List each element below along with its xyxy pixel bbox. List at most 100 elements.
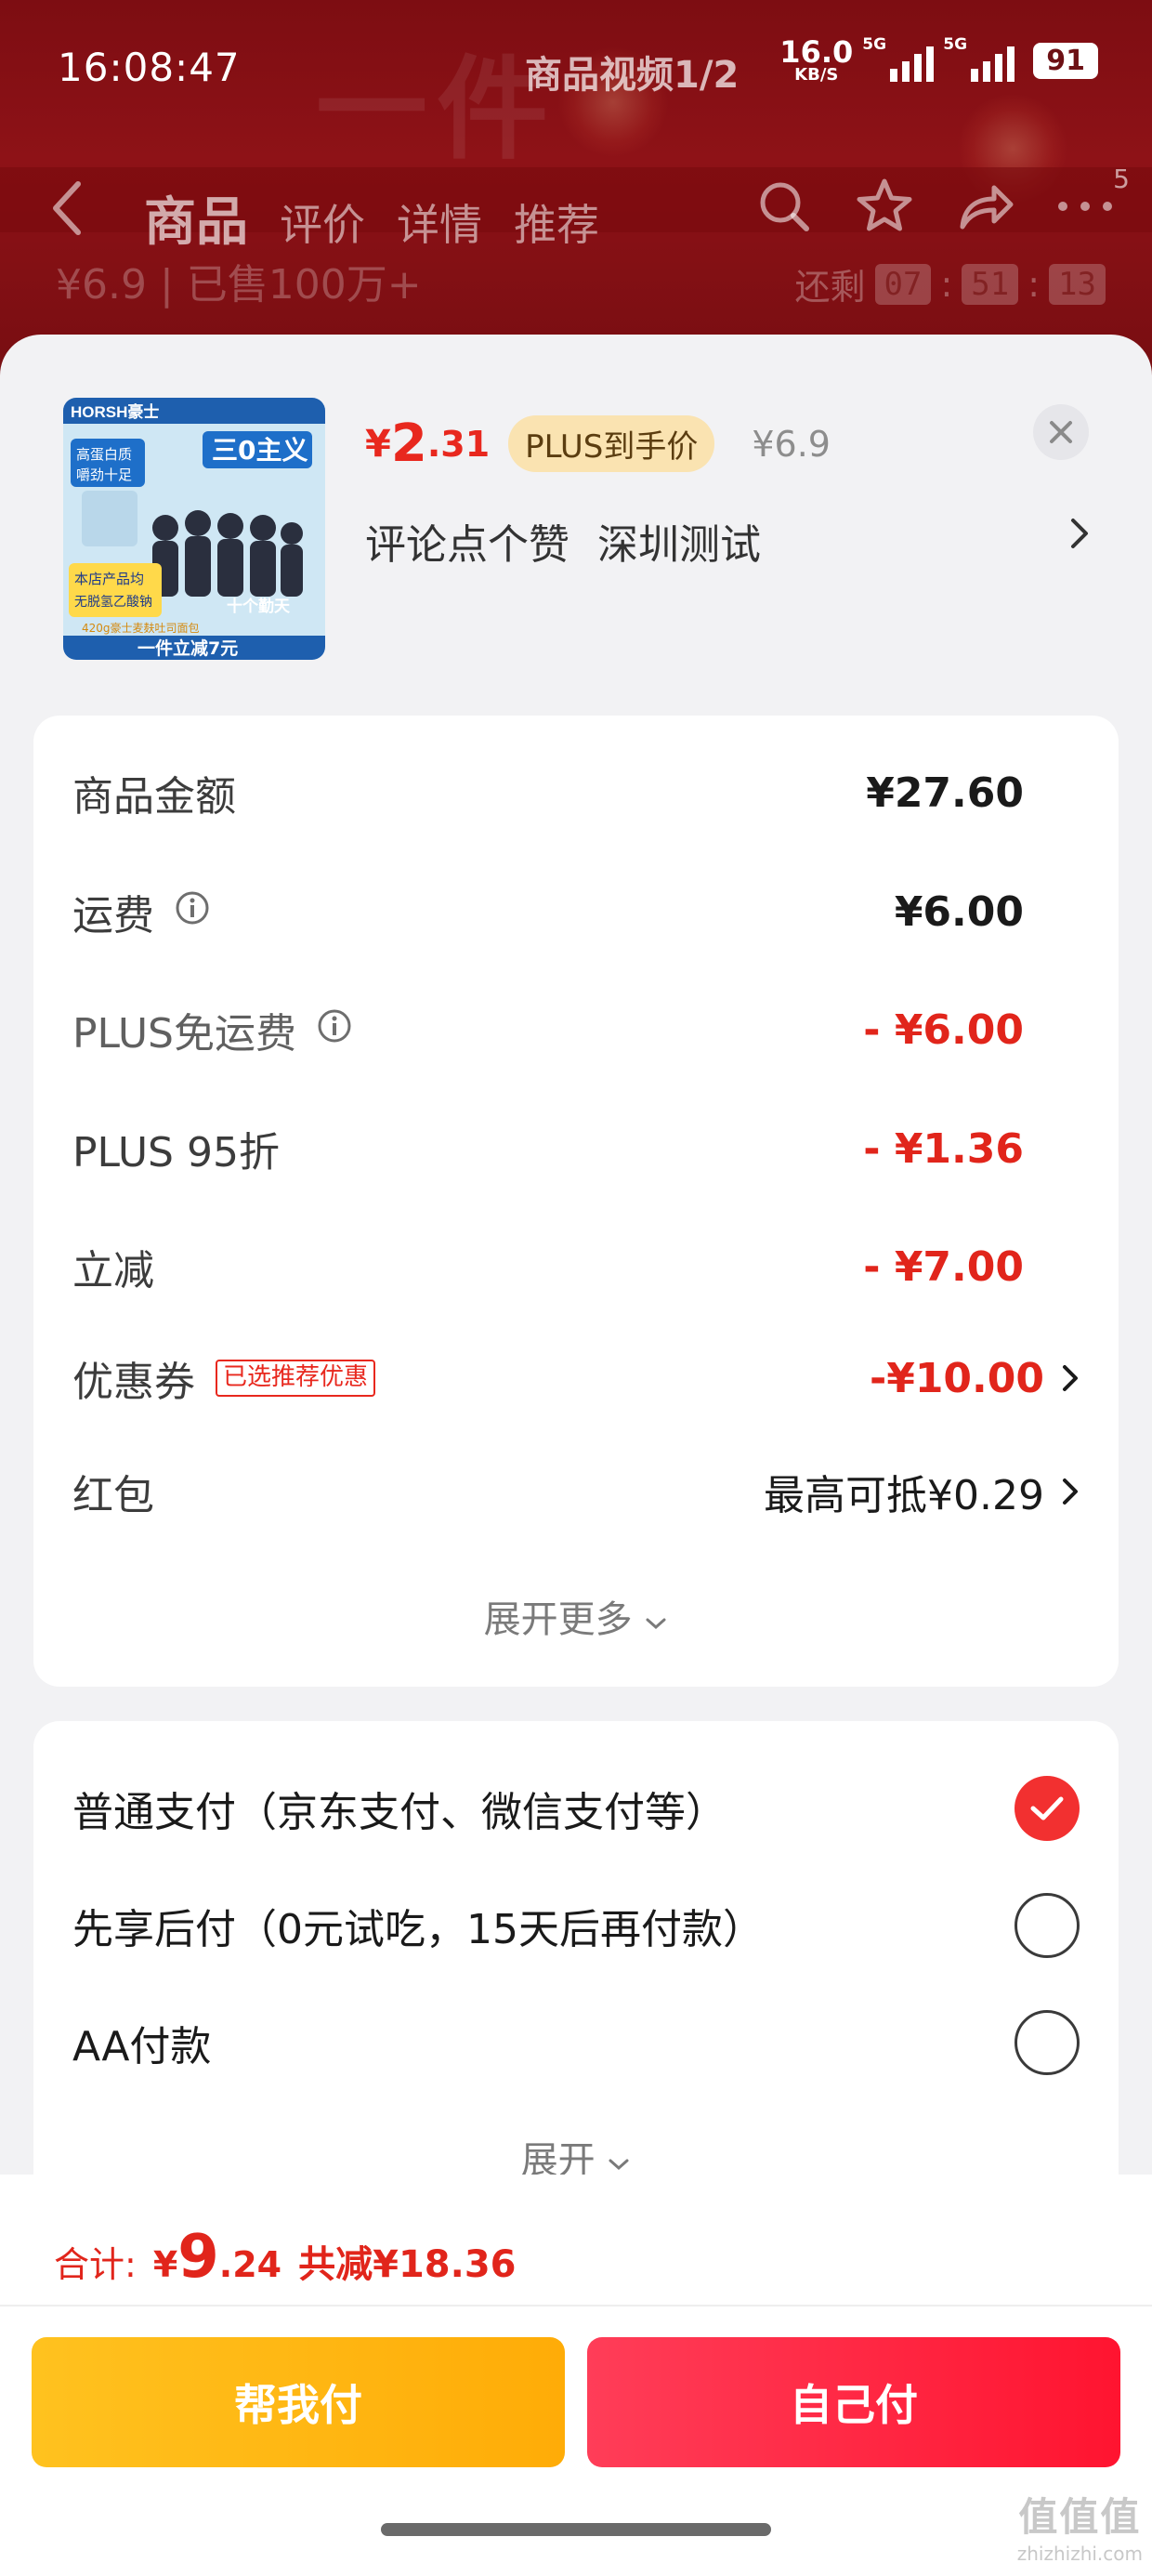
info-icon[interactable] (317, 1006, 352, 1054)
thumb-tag4: 无脱氢乙酸钠 (74, 595, 152, 610)
countdown-hours: 07 (874, 263, 932, 305)
chevron-right-icon (1063, 1365, 1078, 1391)
expand-more-button[interactable]: 展开更多 (33, 1589, 1119, 1643)
thumb-tag2: 嚼劲十足 (76, 467, 132, 483)
tab-reviews[interactable]: 评价 (280, 191, 365, 253)
thumb-slogan: 三0主义 (212, 435, 308, 466)
net-speed: 16.0 KB/S (779, 37, 853, 84)
price-integer: 2 (390, 414, 427, 474)
video-counter: 商品视频1/2 (525, 54, 740, 97)
price-symbol: ¥ (365, 422, 391, 466)
payment-option-label: 先享后付（0元试吃，15天后再付款） (72, 1906, 764, 1953)
checkmark-icon (1030, 1796, 1064, 1820)
payment-option-label: 普通支付（京东支付、微信支付等） (72, 1789, 727, 1836)
help-me-pay-button[interactable]: 帮我付 (32, 2337, 565, 2467)
cost-row-shipping: 运费 ¥6.00 (72, 879, 1080, 944)
total-savings: 共减¥18.36 (298, 2243, 517, 2286)
cost-label: 优惠券 (72, 1359, 195, 1406)
chevron-right-icon (1063, 1479, 1078, 1505)
info-icon[interactable] (175, 888, 210, 936)
net-speed-unit: KB/S (794, 65, 839, 85)
site-watermark: 值值值 zhizhizhi.com (1017, 2486, 1143, 2565)
tab-recommend[interactable]: 推荐 (514, 191, 599, 253)
payment-option-normal[interactable]: 普通支付（京东支付、微信支付等） (72, 1771, 1080, 1846)
total-label: 合计: (54, 2244, 137, 2285)
expand-more-label: 展开更多 (483, 1598, 633, 1641)
cost-label: PLUS免运费 (72, 1010, 296, 1058)
signal-type: 5G (943, 35, 968, 54)
payment-method-card: 普通支付（京东支付、微信支付等） 先享后付（0元试吃，15天后再付款） AA付款… (33, 1721, 1119, 2223)
chevron-down-icon (609, 2159, 629, 2171)
cost-row-red-packet[interactable]: 红包 最高可抵¥0.29 (72, 1459, 1080, 1524)
cost-value: ¥6.00 (894, 887, 1024, 936)
tab-details[interactable]: 详情 (397, 191, 482, 253)
search-icon[interactable] (754, 177, 814, 236)
signal-icon: 5G (862, 35, 935, 82)
pay-myself-button[interactable]: 自己付 (587, 2337, 1120, 2467)
product-thumbnail[interactable]: HORSH豪士 三0主义 高蛋白质 嚼劲十足 本店产品均 无脱氢乙酸钠 十个勤天 (63, 398, 325, 660)
cost-row-instant-discount: 立减 - ¥7.00 (72, 1234, 1080, 1299)
cost-row-plus-free-shipping: PLUS免运费 - ¥6.00 (72, 997, 1080, 1062)
thumb-brand: HORSH豪士 (71, 402, 159, 421)
nav-tabs: 商品 评价 详情 推荐 (144, 180, 599, 256)
cost-label: PLUS 95折 (72, 1129, 280, 1176)
cost-value: 最高可抵¥0.29 (764, 1472, 1044, 1519)
background-sales-text: ¥6.9 | 已售100万+ (56, 261, 422, 309)
nav-actions: 5 (754, 164, 1130, 236)
checkout-sheet: HORSH豪士 三0主义 高蛋白质 嚼劲十足 本店产品均 无脱氢乙酸钠 十个勤天 (0, 335, 1152, 2576)
status-time: 16:08:47 (58, 45, 241, 90)
cost-label: 红包 (72, 1472, 154, 1519)
total-summary: 合计: ¥ 9 .24 共减¥18.36 (54, 2223, 516, 2292)
price-row: ¥ 2 .31 PLUS到手价 ¥6.9 (365, 414, 831, 474)
cost-row-subtotal: 商品金额 ¥27.60 (72, 760, 1080, 825)
home-indicator[interactable] (381, 2523, 771, 2536)
thumb-bottom: 一件立减7元 (137, 637, 238, 659)
radio-checked[interactable] (1015, 1776, 1080, 1841)
cost-row-coupon[interactable]: 优惠券 已选推荐优惠 -¥10.00 (72, 1346, 1080, 1411)
cost-value: -¥10.00 (869, 1354, 1044, 1402)
radio-unchecked[interactable] (1015, 2010, 1080, 2075)
signal-icon: 5G (943, 35, 1015, 82)
coupon-status-badge: 已选推荐优惠 (216, 1360, 376, 1397)
product-summary: HORSH豪士 三0主义 高蛋白质 嚼劲十足 本店产品均 无脱氢乙酸钠 十个勤天 (0, 335, 1152, 697)
variant-selector[interactable]: 评论点个赞 深圳测试 (365, 511, 1090, 571)
total-integer: 9 (177, 2223, 219, 2292)
share-icon[interactable] (955, 177, 1015, 236)
countdown-seconds: 13 (1049, 263, 1106, 305)
tab-product[interactable]: 商品 (144, 180, 248, 256)
chevron-right-icon (1069, 515, 1090, 562)
divider (0, 2305, 1152, 2307)
cost-value: - ¥6.00 (863, 1005, 1024, 1054)
status-bar: 16:08:47 商品视频1/2 16.0 KB/S 5G 5G 91 (0, 35, 1152, 102)
payment-option-pay-later[interactable]: 先享后付（0元试吃，15天后再付款） (72, 1888, 1080, 1963)
cost-label: 立减 (72, 1247, 154, 1295)
cost-label: 运费 (72, 892, 154, 940)
message-badge: 5 (1113, 164, 1130, 194)
radio-unchecked[interactable] (1015, 1893, 1080, 1958)
price-decimal: .31 (426, 423, 491, 465)
thumb-sub: 420g豪士麦麸吐司面包 (82, 621, 200, 635)
background-countdown: 还剩 07: 51: 13 (795, 258, 1106, 309)
cost-value: - ¥1.36 (863, 1124, 1024, 1173)
thumb-tag1: 高蛋白质 (76, 446, 132, 463)
cost-breakdown-card: 商品金额 ¥27.60 运费 ¥6.00 PLUS免运费 - ¥6.00 PLU… (33, 716, 1119, 1687)
net-speed-value: 16.0 (779, 34, 854, 70)
watermark-logo: 值值值 (1018, 2494, 1142, 2540)
payment-option-aa[interactable]: AA付款 (72, 2005, 1080, 2080)
favorite-star-icon[interactable] (855, 177, 914, 236)
thumb-tag5: 十个勤天 (227, 597, 291, 616)
original-price: ¥6.9 (752, 423, 831, 465)
countdown-minutes: 51 (962, 263, 1019, 305)
region-label: 深圳测试 (597, 521, 761, 569)
back-icon[interactable] (48, 178, 85, 253)
countdown-label: 还剩 (794, 267, 866, 308)
cost-value: - ¥7.00 (863, 1242, 1024, 1291)
checkout-footer: 合计: ¥ 9 .24 共减¥18.36 帮我付 自己付 值值值 zhizhiz… (0, 2175, 1152, 2576)
more-icon[interactable]: 5 (1055, 164, 1130, 236)
plus-price-tag: PLUS到手价 (508, 415, 715, 472)
battery-icon: 91 (1033, 42, 1098, 79)
chevron-down-icon (646, 1618, 666, 1630)
cost-label: 商品金额 (72, 773, 236, 821)
close-button[interactable] (1033, 404, 1089, 460)
status-indicators: 16.0 KB/S 5G 5G 91 (779, 35, 1098, 84)
